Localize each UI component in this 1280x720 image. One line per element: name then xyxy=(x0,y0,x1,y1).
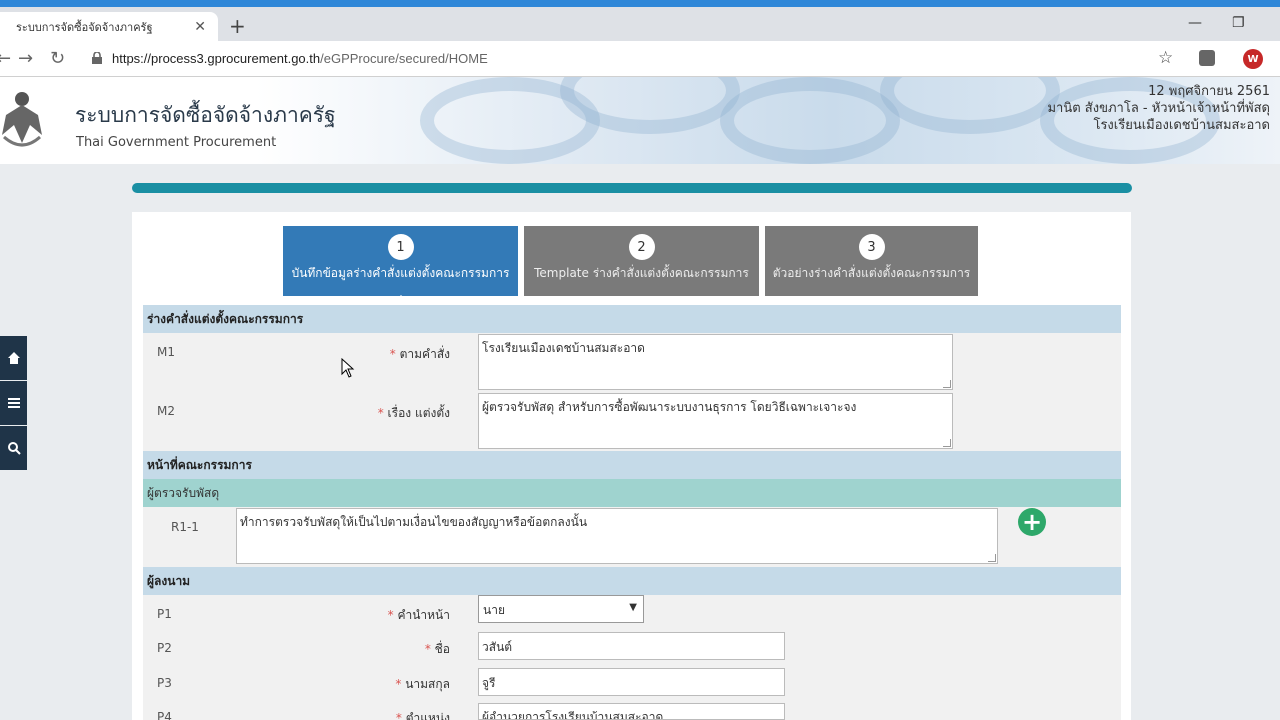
required-mark: * xyxy=(377,406,384,420)
plus-circle-icon: + xyxy=(1021,508,1043,536)
section-draft-header: ร่างคำสั่งแต่งตั้งคณะกรรมการ xyxy=(143,305,1121,333)
input-value: วสันต์ xyxy=(482,640,513,654)
label-text: คำนำหน้า xyxy=(397,608,450,622)
title-prefix-select[interactable]: นาย ▼ xyxy=(478,595,644,623)
field-code-p3: P3 xyxy=(157,676,172,690)
garuda-logo xyxy=(2,92,42,147)
resize-handle[interactable] xyxy=(943,439,951,447)
mouse-cursor-icon xyxy=(341,358,355,378)
lock-icon xyxy=(92,52,102,64)
restore-button[interactable]: ❐ xyxy=(1232,15,1245,31)
url-path: /eGPProcure/secured/HOME xyxy=(320,51,488,66)
window-top-strip xyxy=(0,0,1280,7)
field-code-p2: P2 xyxy=(157,641,172,655)
textarea-value: ทำการตรวจรับพัสดุให้เป็นไปตามเงื่อนไขของ… xyxy=(240,515,588,529)
select-value: นาย xyxy=(483,603,505,617)
step-label: Template ร่างคำสั่งแต่งตั้งคณะกรรมการ xyxy=(534,266,749,280)
required-mark: * xyxy=(387,608,394,622)
minimize-button[interactable]: — xyxy=(1188,15,1202,31)
site-subtitle: Thai Government Procurement xyxy=(76,135,277,150)
field-code-m1: M1 xyxy=(157,345,175,359)
current-date: 12 พฤศจิกายน 2561 xyxy=(1148,84,1270,99)
resize-handle[interactable] xyxy=(988,554,996,562)
field-label-p2: * ชื่อ xyxy=(300,640,450,659)
section-duty-header: หน้าที่คณะกรรมการ xyxy=(143,451,1121,479)
step-1-tab[interactable]: 1 บันทึกข้อมูลร่างคำสั่งแต่งตั้งคณะกรรมก… xyxy=(283,226,518,305)
field-label-m2: * เรื่อง แต่งตั้ง xyxy=(300,404,450,423)
textarea-value: ผู้ตรวจรับพัสดุ สำหรับการซื้อพัฒนาระบบงา… xyxy=(482,400,857,414)
field-label-p1: * คำนำหน้า xyxy=(300,606,450,625)
input-value: จูรี xyxy=(482,676,496,690)
add-duty-button[interactable]: + xyxy=(1018,508,1046,536)
url-field[interactable]: https://process3.gprocurement.go.th/eGPP… xyxy=(112,51,488,66)
site-header: ระบบการจัดซื้อจัดจ้างภาครัฐ Thai Governm… xyxy=(0,77,1280,164)
step-number: 1 xyxy=(387,234,414,260)
step-label: ตัวอย่างร่างคำสั่งแต่งตั้งคณะกรรมการ xyxy=(772,266,971,280)
user-info: 12 พฤศจิกายน 2561 มานิต สังขภาโล - หัวหน… xyxy=(1047,83,1270,134)
order-by-textarea[interactable]: โรงเรียนเมืองเดชบ้านสมสะอาด xyxy=(478,334,953,390)
dropdown-caret-icon: ▼ xyxy=(629,602,637,613)
back-icon[interactable]: ← xyxy=(0,48,11,69)
step-3-tab[interactable]: 3 ตัวอย่างร่างคำสั่งแต่งตั้งคณะกรรมการ xyxy=(765,226,978,296)
field-code-r1: R1-1 xyxy=(171,520,199,534)
tab-title: ระบบการจัดซื้อจัดจ้างภาครัฐ xyxy=(16,20,153,34)
last-name-input[interactable]: จูรี xyxy=(478,668,785,696)
duty-textarea[interactable]: ทำการตรวจรับพัสดุให้เป็นไปตามเงื่อนไขของ… xyxy=(236,508,998,564)
field-label-p4: * ตำแหน่ง xyxy=(300,709,450,720)
resize-handle[interactable] xyxy=(943,380,951,388)
sidebar-home-button[interactable] xyxy=(0,336,27,380)
profile-avatar[interactable]: W xyxy=(1243,49,1263,69)
extension-icon[interactable] xyxy=(1199,50,1215,66)
tab-close-icon[interactable]: ✕ xyxy=(194,19,206,35)
label-text: เรื่อง แต่งตั้ง xyxy=(387,406,450,420)
step-number: 2 xyxy=(628,234,655,260)
menu-icon xyxy=(7,398,20,408)
textarea-value: โรงเรียนเมืองเดชบ้านสมสะอาด xyxy=(482,341,645,355)
required-mark: * xyxy=(389,347,396,361)
sidebar-search-button[interactable] xyxy=(0,426,27,470)
site-title: ระบบการจัดซื้อจัดจ้างภาครัฐ xyxy=(75,103,336,127)
subject-textarea[interactable]: ผู้ตรวจรับพัสดุ สำหรับการซื้อพัฒนาระบบงา… xyxy=(478,393,953,449)
header-pattern xyxy=(720,77,900,164)
reload-icon[interactable]: ↻ xyxy=(50,48,65,69)
required-mark: * xyxy=(395,677,402,691)
user-organization: โรงเรียนเมืองเดชบ้านสมสะอาด xyxy=(1093,118,1270,133)
sidebar-menu-button[interactable] xyxy=(0,381,27,425)
search-icon xyxy=(7,442,21,455)
input-value: ผู้อำนวยการโรงเรียนบ้านสมสะอาด xyxy=(482,710,664,720)
label-text: ตามคำสั่ง xyxy=(399,347,450,361)
field-code-m2: M2 xyxy=(157,404,175,418)
progress-bar xyxy=(132,183,1132,193)
label-text: ตำแหน่ง xyxy=(405,711,450,720)
tab-bar: ระบบการจัดซื้อจัดจ้างภาครัฐ ✕ + — ❐ xyxy=(0,7,1280,41)
active-step-arrow xyxy=(390,295,411,305)
header-pattern xyxy=(880,77,1060,134)
label-text: ชื่อ xyxy=(434,642,450,656)
field-code-p1: P1 xyxy=(157,607,172,621)
first-name-input[interactable]: วสันต์ xyxy=(478,632,785,660)
required-mark: * xyxy=(424,642,431,656)
address-bar: ← → ↻ https://process3.gprocurement.go.t… xyxy=(0,41,1280,77)
subsection-inspector-header: ผู้ตรวจรับพัสดุ xyxy=(143,479,1121,507)
step-label: บันทึกข้อมูลร่างคำสั่งแต่งตั้งคณะกรรมการ xyxy=(291,266,510,280)
browser-tab[interactable]: ระบบการจัดซื้อจัดจ้างภาครัฐ ✕ xyxy=(0,12,218,41)
home-icon xyxy=(7,352,20,364)
url-host: https://process3.gprocurement.go.th xyxy=(112,51,321,66)
field-label-m1: * ตามคำสั่ง xyxy=(300,345,450,364)
forward-icon[interactable]: → xyxy=(18,48,33,69)
new-tab-button[interactable]: + xyxy=(229,14,246,38)
position-input[interactable]: ผู้อำนวยการโรงเรียนบ้านสมสะอาด xyxy=(478,703,785,720)
field-label-p3: * นามสกุล xyxy=(300,675,450,694)
bookmark-star-icon[interactable]: ☆ xyxy=(1158,48,1173,68)
label-text: นามสกุล xyxy=(405,677,450,691)
step-2-tab[interactable]: 2 Template ร่างคำสั่งแต่งตั้งคณะกรรมการ xyxy=(524,226,759,296)
step-number: 3 xyxy=(858,234,885,260)
user-name: มานิต สังขภาโล - หัวหน้าเจ้าหน้าที่พัสดุ xyxy=(1047,101,1270,116)
required-mark: * xyxy=(395,711,402,720)
section-signer-header: ผู้ลงนาม xyxy=(143,567,1121,595)
field-code-p4: P4 xyxy=(157,710,172,720)
